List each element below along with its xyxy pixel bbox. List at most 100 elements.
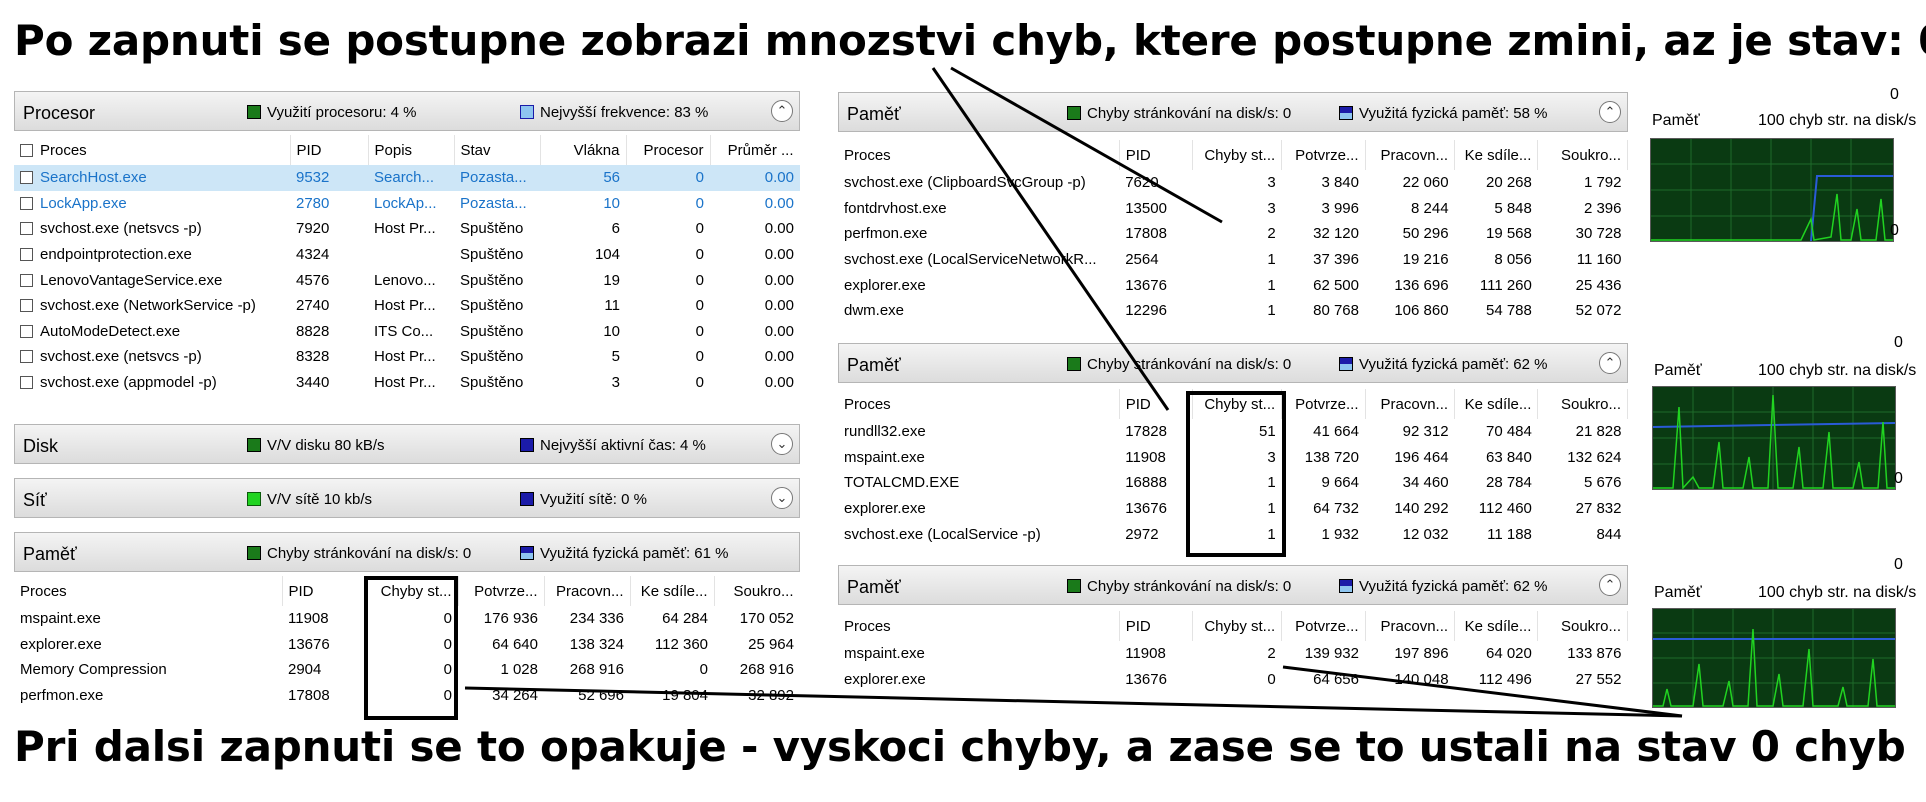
table-row[interactable]: svchost.exe (LocalServiceNetworkR... 2564… [838,247,1628,273]
cell-text: 0 [695,348,704,366]
highlight-box-right [1186,391,1286,557]
table-row[interactable]: dwm.exe 12296 1 80 768 106 860 54 788 52 072 [838,298,1628,324]
column-header[interactable]: Procesor [626,135,711,165]
graph-zero-top: 0 [1894,334,1903,351]
expand-chevron-icon[interactable]: ⌄ [771,433,793,455]
row-checkbox[interactable] [20,324,33,338]
column-header[interactable]: Průměr ... [710,135,800,165]
top-caption: Po zapnuti se postupne zobrazi mnozstvi … [14,16,1926,65]
table-row[interactable]: explorer.exe 13676 1 62 500 136 696 111 260 25… [838,272,1628,298]
column-header[interactable]: Proces [838,140,1120,170]
cpu-panel-header[interactable]: Procesor Využití procesoru: 4 % Nejvyšší… [14,91,800,131]
memory-panel-1-header[interactable]: Paměť Chyby stránkování na disk/s: 0 Vyu… [838,92,1628,132]
page-faults-metric: Chyby stránkování na disk/s: 0 [1067,578,1291,595]
table-cell: 0 [626,344,710,370]
table-cell: Spuštěno [454,216,540,242]
column-header[interactable]: Soukro... [714,576,800,606]
table-row[interactable]: LenovoVantageService.exe 4576 Lenovo... Spu… [14,267,800,293]
table-cell: 0 [626,319,710,345]
table-cell: mspaint.exe [20,610,101,628]
cell-text: 11 [604,297,620,315]
table-row[interactable]: AutoModeDetect.exe 8828 ITS Co... Spuštěno 1… [14,319,800,345]
memory-panel-3-header[interactable]: Paměť Chyby stránkování na disk/s: 0 Vyu… [838,565,1628,605]
table-row[interactable]: svchost.exe (netsvcs -p) 7920 Host Pr... Sp… [14,216,800,242]
column-header[interactable]: Ke sdíle... [1454,389,1539,419]
column-header[interactable]: Pracovn... [1365,140,1456,170]
column-header[interactable]: PID [1119,389,1193,419]
column-header[interactable]: Potvrze... [1281,140,1366,170]
memory-panel-header[interactable]: Paměť Chyby stránkování na disk/s: 0 Vyu… [14,532,800,572]
table-row[interactable]: svchost.exe (appmodel -p) 3440 Host Pr... S… [14,370,800,396]
column-header[interactable]: Chyby st... [1192,140,1283,170]
table-cell: 0 [626,165,710,191]
table-row[interactable]: SearchHost.exe 9532 Search... Pozasta... 56 0… [14,165,800,191]
column-header[interactable]: Proces [14,576,283,606]
table-cell: 8828 [290,319,368,345]
column-header[interactable]: Chyby st... [1192,611,1283,641]
column-header[interactable]: Pracovn... [544,576,631,606]
column-header[interactable]: Stav [454,135,541,165]
expand-chevron-icon[interactable]: ⌄ [771,487,793,509]
table-row[interactable]: explorer.exe 13676 0 64 656 140 048 112 496 27… [838,667,1628,693]
table-row[interactable]: LockApp.exe 2780 LockAp... Pozasta... 10 0 0.0… [14,191,800,217]
row-checkbox[interactable] [20,299,33,313]
collapse-chevron-icon[interactable]: ⌃ [1599,101,1621,123]
table-cell: 27 832 [1575,500,1622,518]
green-square-icon [1067,106,1081,120]
table-row[interactable]: endpointprotection.exe 4324 Spuštěno 104 0 0.… [14,242,800,268]
row-checkbox[interactable] [20,196,33,210]
column-header[interactable]: Ke sdíle... [1454,611,1539,641]
collapse-chevron-icon[interactable]: ⌃ [771,100,793,122]
table-cell: 112 496 [1478,670,1532,688]
column-header[interactable]: Proces [838,611,1120,641]
table-row[interactable]: svchost.exe (NetworkService -p) 2740 Host … [14,293,800,319]
table-cell: 0.00 [710,344,800,370]
column-header[interactable]: Proces [838,389,1120,419]
column-header[interactable]: PID [1119,611,1193,641]
cell-text: 5 [611,348,620,366]
column-header[interactable]: PID [282,576,365,606]
table-cell: 28 784 [1485,474,1532,492]
column-header[interactable]: PID [1119,140,1193,170]
cell-text: 7920 [296,220,330,238]
row-checkbox[interactable] [20,273,33,287]
checkbox-all[interactable] [20,143,33,157]
table-cell: 0.00 [710,267,800,293]
column-header[interactable]: Pracovn... [1365,611,1456,641]
table-row[interactable]: svchost.exe (ClipboardSvcGroup -p) 7620 3 3… [838,170,1628,196]
row-checkbox[interactable] [20,171,33,185]
disk-panel-header[interactable]: Disk V/V disku 80 kB/s Nejvyšší aktivní … [14,424,800,464]
column-header[interactable]: Soukro... [1537,389,1628,419]
column-header[interactable]: Ke sdíle... [630,576,715,606]
cell-text: 0 [695,374,704,392]
table-row[interactable]: mspaint.exe 11908 2 139 932 197 896 64 020 133… [838,641,1628,667]
memory-graph-3: 0 Paměť 100 chyb str. na disk/s [1634,556,1926,716]
column-header[interactable]: Vlákna [540,135,627,165]
table-row[interactable]: svchost.exe (netsvcs -p) 8328 Host Pr... Sp… [14,344,800,370]
cell-text: Spuštěno [460,246,524,264]
column-header[interactable]: Potvrze... [1281,611,1366,641]
column-header[interactable]: Popis [368,135,455,165]
table-cell: svchost.exe (LocalService -p) [844,525,1041,543]
row-checkbox[interactable] [20,222,33,236]
disk-title: Disk [23,436,58,456]
network-panel-header[interactable]: Síť V/V sítě 10 kb/s Využití sítě: 0 % ⌄ [14,478,800,518]
row-checkbox[interactable] [20,248,33,262]
column-header[interactable]: Pracovn... [1365,389,1456,419]
row-checkbox[interactable] [20,350,33,364]
column-header[interactable]: Potvrze... [458,576,545,606]
collapse-chevron-icon[interactable]: ⌃ [1599,352,1621,374]
memory-panel-3: Paměť Chyby stránkování na disk/s: 0 Vyu… [838,565,1628,715]
collapse-chevron-icon[interactable]: ⌃ [1599,574,1621,596]
table-row[interactable]: perfmon.exe 17808 2 32 120 50 296 19 568 30 72… [838,221,1628,247]
table-row[interactable]: fontdrvhost.exe 13500 3 3 996 8 244 5 848 2 39… [838,196,1628,222]
memory-panel-2-header[interactable]: Paměť Chyby stránkování na disk/s: 0 Vyu… [838,343,1628,383]
row-checkbox[interactable] [20,376,33,390]
column-header[interactable]: Proces [14,135,291,165]
cell-text: 0 [695,169,704,187]
column-header[interactable]: PID [290,135,369,165]
column-header[interactable]: Soukro... [1537,611,1628,641]
column-header[interactable]: Soukro... [1537,140,1628,170]
column-header[interactable]: Potvrze... [1281,389,1366,419]
column-header[interactable]: Ke sdíle... [1454,140,1539,170]
